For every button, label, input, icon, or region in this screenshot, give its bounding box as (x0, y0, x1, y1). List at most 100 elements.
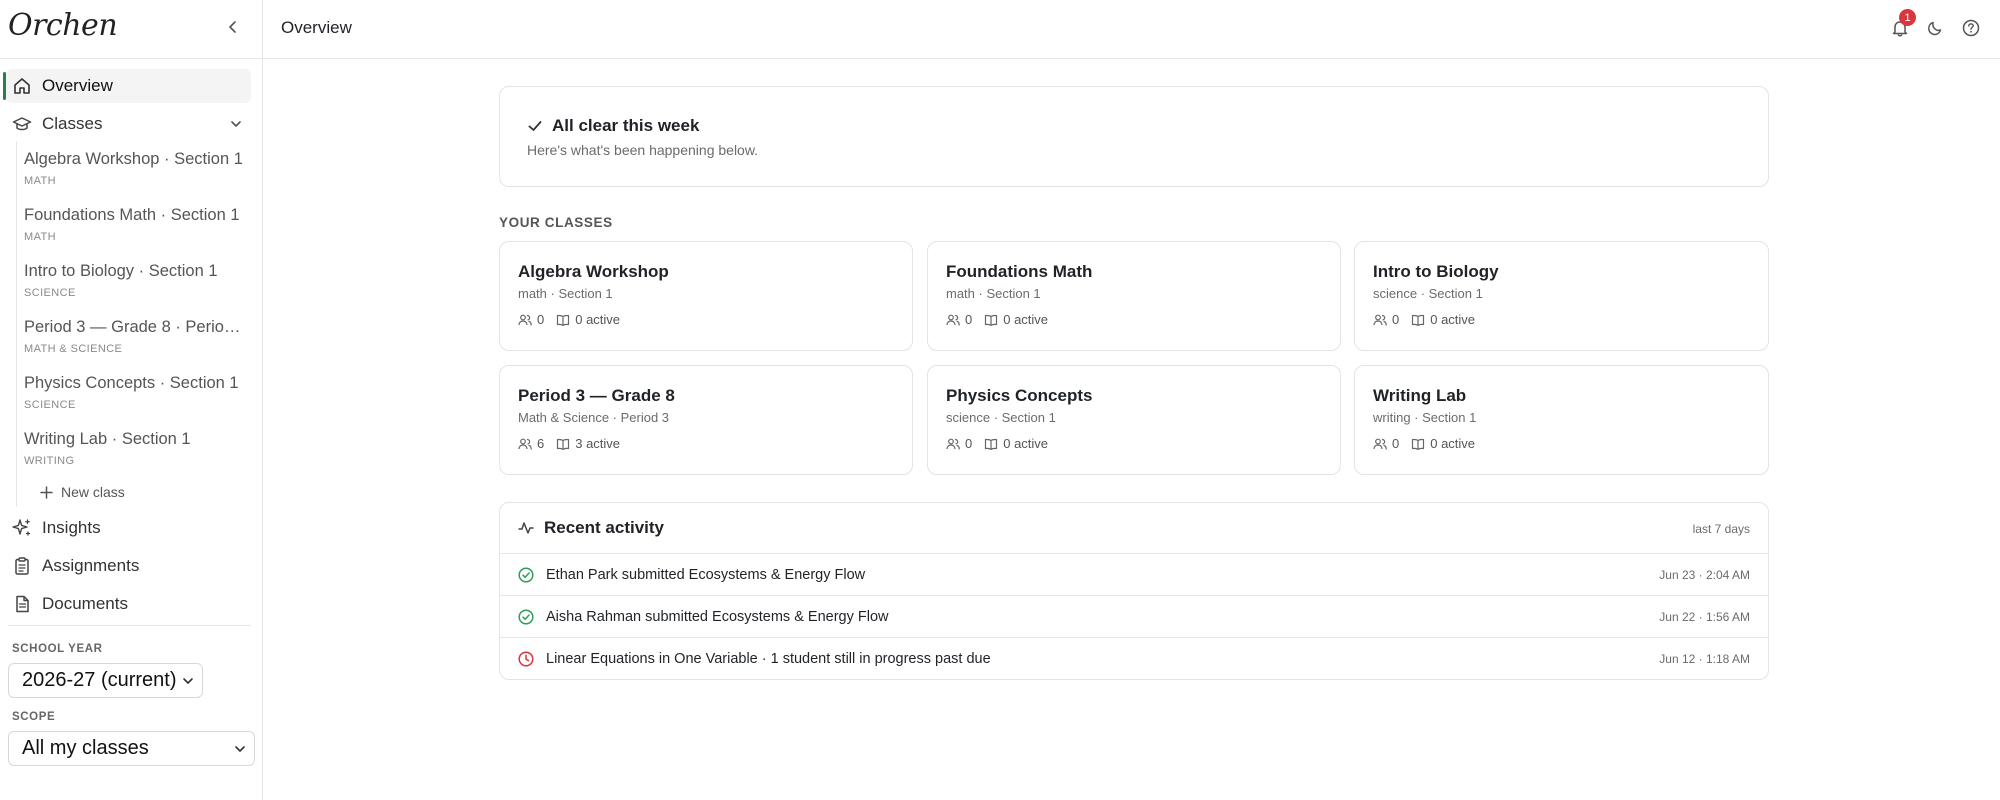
sidebar-item-insights[interactable]: Insights (6, 511, 251, 545)
check-circle-icon (518, 566, 534, 583)
sidebar-item-label: Assignments (42, 556, 140, 575)
activity-pulse-icon (518, 522, 534, 534)
active-count: 0 active (1003, 436, 1049, 451)
clipboard-icon (15, 557, 29, 575)
class-link-subject: SCIENCE (24, 287, 76, 299)
activity-text: Ethan Park submitted Ecosystems & Energy… (546, 566, 866, 583)
class-link-subject: MATH & SCIENCE (24, 343, 123, 355)
sidebar-item-documents[interactable]: Documents (6, 587, 251, 621)
activity-date: Jun 12 · 1:18 AM (1659, 651, 1750, 666)
class-card-subtitle: math · Section 1 (518, 286, 613, 301)
class-card-subtitle: science · Section 1 (1373, 286, 1483, 301)
sidebar: Orchen Overview Classes Algebra Workshop… (0, 0, 263, 800)
class-link-name: Physics Concepts · Section 1 (24, 374, 239, 392)
scope-label: SCOPE (12, 711, 56, 723)
school-year-select[interactable]: 2026-27 (current) (8, 663, 203, 698)
book-open-icon (557, 314, 570, 326)
new-class-label: New class (61, 484, 125, 500)
class-card-foundations-math[interactable]: Foundations Math math · Section 1 0 0 ac… (927, 241, 1341, 351)
new-class-button[interactable]: New class (40, 484, 125, 500)
class-card-physics-concepts[interactable]: Physics Concepts science · Section 1 0 0… (927, 365, 1341, 475)
class-card-algebra-workshop[interactable]: Algebra Workshop math · Section 1 0 0 ac… (499, 241, 913, 351)
activity-text: Aisha Rahman submitted Ecosystems & Ener… (546, 608, 889, 625)
scope-value: All my classes (22, 737, 149, 759)
activity-date: Jun 23 · 2:04 AM (1659, 567, 1750, 582)
sidebar-item-assignments[interactable]: Assignments (6, 549, 251, 583)
check-icon (528, 121, 542, 131)
chevron-down-icon (231, 121, 241, 127)
class-card-meta: 0 0 active (518, 312, 632, 327)
users-icon (1373, 438, 1387, 450)
book-open-icon (985, 438, 998, 450)
activity-row[interactable]: Ethan Park submitted Ecosystems & Energy… (500, 553, 1768, 595)
app-logo[interactable]: Orchen (8, 8, 118, 43)
class-link-subject: MATH (24, 175, 56, 187)
plus-icon (40, 485, 53, 499)
class-link-name: Foundations Math · Section 1 (24, 206, 240, 224)
student-count: 0 (965, 312, 973, 327)
page-title: Overview (281, 18, 352, 37)
sidebar-item-overview[interactable]: Overview (6, 69, 251, 103)
school-year-label: SCHOOL YEAR (12, 643, 103, 655)
school-year-value: 2026-27 (current) (22, 669, 177, 691)
document-icon (16, 595, 29, 613)
help-icon (1962, 19, 1980, 37)
clock-alert-icon (518, 650, 534, 667)
class-link-name: Writing Lab · Section 1 (24, 430, 191, 448)
activity-row[interactable]: Aisha Rahman submitted Ecosystems & Ener… (500, 595, 1768, 637)
class-link-name: Period 3 — Grade 8 · Period 3 (24, 318, 244, 336)
collapse-sidebar-button[interactable] (222, 16, 244, 38)
sidebar-item-label: Classes (42, 114, 103, 133)
active-count: 0 active (1430, 436, 1476, 451)
class-link-name: Algebra Workshop · Section 1 (24, 150, 243, 168)
users-icon (946, 438, 960, 450)
class-card-subtitle: math · Section 1 (946, 286, 1041, 301)
sidebar-class-writing-lab[interactable]: Writing Lab · Section 1 WRITING (24, 430, 248, 467)
active-count: 0 active (1003, 312, 1049, 327)
top-bar: Overview (263, 0, 2000, 59)
class-card-title: Intro to Biology (1373, 262, 1499, 281)
chevron-left-icon (229, 21, 236, 33)
moon-icon (1928, 21, 1942, 36)
student-count: 0 (1392, 312, 1400, 327)
class-card-title: Writing Lab (1373, 386, 1467, 405)
theme-toggle-button[interactable] (1923, 16, 1947, 40)
class-card-title: Algebra Workshop (518, 262, 669, 281)
sidebar-class-physics-concepts[interactable]: Physics Concepts · Section 1 SCIENCE (24, 374, 248, 411)
class-card-intro-to-biology[interactable]: Intro to Biology science · Section 1 0 0… (1354, 241, 1769, 351)
class-card-meta: 0 0 active (946, 436, 1060, 451)
users-icon (946, 314, 960, 326)
class-card-subtitle: science · Section 1 (946, 410, 1056, 425)
chevron-down-icon (235, 745, 245, 752)
sidebar-item-label: Documents (42, 594, 128, 613)
class-card-meta: 0 0 active (946, 312, 1060, 327)
class-card-writing-lab[interactable]: Writing Lab writing · Section 1 0 0 acti… (1354, 365, 1769, 475)
class-link-subject: WRITING (24, 455, 75, 467)
users-icon (1373, 314, 1387, 326)
class-card-subtitle: Math & Science · Period 3 (518, 410, 670, 425)
book-open-icon (985, 314, 998, 326)
your-classes-heading: YOUR CLASSES (499, 215, 613, 230)
active-count: 0 active (1430, 312, 1476, 327)
sidebar-class-foundations-math[interactable]: Foundations Math · Section 1 MATH (24, 206, 248, 243)
sparkles-icon (12, 519, 31, 536)
notification-count-badge: 1 (1899, 9, 1916, 26)
sidebar-class-period-3[interactable]: Period 3 — Grade 8 · Period 3 MATH & SCI… (24, 318, 248, 355)
help-button[interactable] (1959, 16, 1983, 40)
sidebar-class-algebra-workshop[interactable]: Algebra Workshop · Section 1 MATH (24, 150, 248, 187)
class-card-title: Physics Concepts (946, 386, 1093, 405)
student-count: 0 (965, 436, 973, 451)
scope-select[interactable]: All my classes (8, 731, 255, 766)
activity-row[interactable]: Linear Equations in One Variable · 1 stu… (500, 637, 1768, 679)
recent-activity-title: Recent activity (544, 518, 664, 537)
banner-title: All clear this week (552, 116, 700, 135)
users-icon (518, 438, 532, 450)
class-card-period-3[interactable]: Period 3 — Grade 8 Math & Science · Peri… (499, 365, 913, 475)
class-card-meta: 6 3 active (518, 436, 632, 451)
book-open-icon (1412, 438, 1425, 450)
sidebar-item-classes[interactable]: Classes (6, 107, 251, 141)
class-card-subtitle: writing · Section 1 (1373, 410, 1477, 425)
sidebar-class-intro-to-biology[interactable]: Intro to Biology · Section 1 SCIENCE (24, 262, 248, 299)
status-banner: All clear this week Here's what's been h… (499, 86, 1769, 187)
sidebar-item-label: Insights (42, 518, 101, 537)
